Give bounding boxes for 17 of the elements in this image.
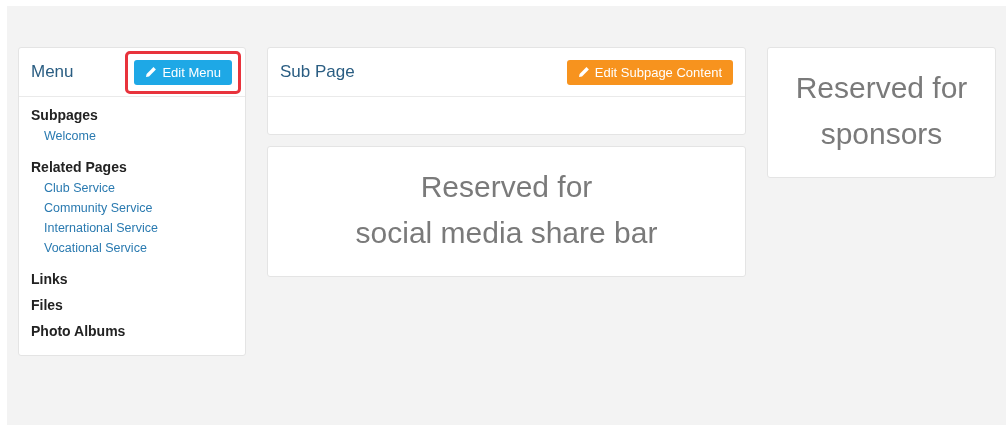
panel-title: Sub Page [280,62,355,82]
menu-link[interactable]: Club Service [44,181,233,195]
menu-link[interactable]: Community Service [44,201,233,215]
placeholder-text: Reserved for social media share bar [354,169,659,251]
panel-title: Menu [31,62,74,82]
menu-link[interactable]: Vocational Service [44,241,233,255]
menu-section-title[interactable]: Links [31,271,233,287]
pencil-icon [145,66,158,78]
menu-section-title[interactable]: Related Pages [31,159,233,175]
menu-link[interactable]: International Service [44,221,233,235]
menu-section-title[interactable]: Files [31,297,233,313]
placeholder-text: Reserved for sponsors [794,70,969,152]
menu-link[interactable]: Welcome [44,129,233,143]
menu-section-title[interactable]: Photo Albums [31,323,233,339]
menu-section-title[interactable]: Subpages [31,107,233,123]
edit-menu-button[interactable]: Edit Menu [134,59,232,85]
pencil-icon [577,66,590,78]
